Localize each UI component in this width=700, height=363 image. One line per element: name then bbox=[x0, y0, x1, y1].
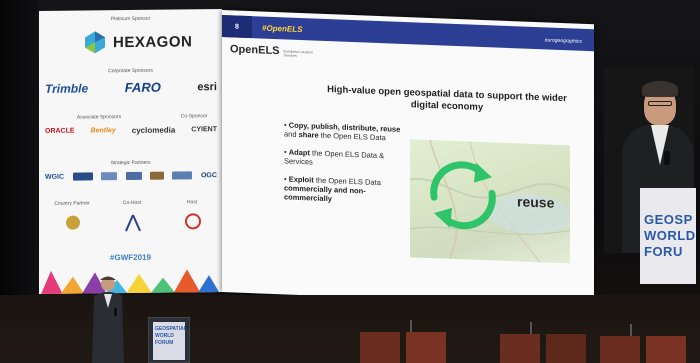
microphone-icon bbox=[664, 151, 670, 165]
corporate-sponsors-heading: Corporate Sponsors bbox=[108, 67, 153, 75]
podium-sign-line: FORUM bbox=[155, 340, 174, 346]
conference-stage-photo: Platinum Sponsor HEXAGON Corporate Spons… bbox=[0, 0, 700, 363]
platinum-sponsor-heading: Platinum Sponsor bbox=[110, 15, 151, 23]
cyient-logo: CYIENT bbox=[191, 126, 217, 134]
bullet-item: • Adapt the Open ELS Data & Services bbox=[284, 147, 385, 167]
faro-logo: FARO bbox=[124, 79, 161, 96]
podium-sign-line: WORLD bbox=[155, 333, 174, 339]
gwf-hashtag: #GWF2019 bbox=[110, 252, 151, 263]
presentation-slide: 8 #OpenELS eurogeographics OpenELS Europ… bbox=[222, 10, 594, 307]
associate-logos-row: ORACLE Bentley cyclomedia CYIENT bbox=[45, 125, 217, 136]
partner-logo-chip bbox=[125, 171, 142, 181]
sponsor-screen: Platinum Sponsor HEXAGON Corporate Spons… bbox=[39, 9, 222, 294]
panel-tables bbox=[360, 320, 686, 363]
cyclomedia-logo: cyclomedia bbox=[131, 125, 176, 135]
slide-number: 8 bbox=[222, 15, 252, 39]
glasses-icon bbox=[648, 101, 672, 106]
openels-subtitle: European Location Services bbox=[283, 49, 313, 58]
co-host-heading: Co-Host bbox=[122, 199, 142, 207]
associate-sponsors-heading: Associate Sponsors bbox=[76, 114, 122, 121]
wgic-logo: WGIC bbox=[45, 173, 65, 181]
speaker-on-stage bbox=[92, 276, 124, 363]
slide-hashtag: #OpenELS bbox=[262, 23, 303, 34]
speaker-hair bbox=[642, 81, 678, 97]
slide-title: High-value open geospatial data to suppo… bbox=[327, 84, 567, 114]
openels-wordmark: OpenELS bbox=[230, 43, 280, 58]
host-emblems bbox=[66, 213, 201, 232]
country-partner-heading: Country Partner bbox=[54, 200, 90, 207]
hexagon-wordmark: HEXAGON bbox=[113, 32, 193, 51]
partner-logo-chip bbox=[172, 171, 193, 180]
bullet-item: • Exploit the Open ELS Data commercially… bbox=[284, 174, 381, 204]
colorful-triangle-band bbox=[39, 269, 222, 294]
hexagon-mark-icon bbox=[85, 31, 105, 54]
strategic-partners-heading: Strategic Partners bbox=[110, 159, 151, 167]
forum-sign-line: WORLD bbox=[644, 228, 696, 243]
corporate-logos-row: Trimble FARO esri bbox=[45, 79, 217, 96]
bullet-item: • Copy, publish, distribute, reuse and s… bbox=[284, 120, 401, 143]
forum-sign-line: FORU bbox=[644, 244, 683, 259]
cohost-logo-icon bbox=[125, 214, 141, 232]
eurogeographics-logo: eurogeographics bbox=[544, 37, 582, 45]
podium-sign-line: GEOSPATIAL bbox=[155, 326, 187, 332]
bentley-logo: Bentley bbox=[90, 127, 116, 135]
host-logo-icon bbox=[185, 213, 201, 230]
recycle-arrows-icon bbox=[430, 161, 496, 230]
slide-bullet-list: • Copy, publish, distribute, reuse and s… bbox=[284, 120, 402, 215]
host-heading: Host bbox=[186, 199, 198, 206]
reuse-caption: reuse bbox=[517, 193, 555, 211]
co-sponsor-heading: Co-Sponsor bbox=[180, 113, 208, 120]
partner-logo-chip bbox=[72, 172, 93, 181]
esri-logo: esri bbox=[197, 80, 217, 93]
partner-logo-chip bbox=[150, 171, 164, 180]
ogc-logo: OGC bbox=[200, 171, 217, 179]
openels-logo: OpenELS European Location Services bbox=[230, 43, 320, 58]
forum-sign-line: GEOSP bbox=[644, 212, 693, 227]
forum-sign-screen: GEOSP WORLD FORU bbox=[640, 188, 696, 284]
hexagon-logo: HEXAGON bbox=[83, 29, 192, 54]
trimble-logo: Trimble bbox=[45, 80, 89, 96]
oracle-logo: ORACLE bbox=[45, 127, 75, 135]
partner-logo-chip bbox=[101, 172, 118, 181]
strategic-logos-row: WGIC OGC bbox=[45, 171, 217, 181]
country-emblem-icon bbox=[66, 215, 80, 230]
